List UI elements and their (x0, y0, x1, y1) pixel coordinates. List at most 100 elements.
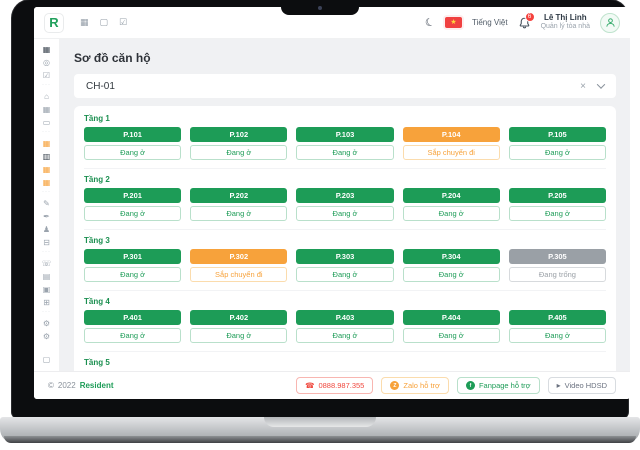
sidebar-edit-icon[interactable]: ✒ (43, 211, 50, 223)
sidebar-phone-icon[interactable]: ☏ (41, 258, 51, 270)
room-card[interactable]: P.204Đang ở (403, 188, 500, 221)
apps-grid-icon[interactable]: ▦ (80, 17, 89, 28)
sidebar-group-divider: ··· (42, 190, 51, 198)
room-status-badge: Đang ở (84, 206, 181, 221)
room-number: P.301 (84, 249, 181, 264)
main-content: Sơ đồ căn hộ CH-01 × Tầng 1P.101Đang ởP.… (60, 39, 630, 371)
sidebar-calendar-icon[interactable]: ⊞ (43, 297, 50, 309)
room-card[interactable]: P.302Sắp chuyển đi (190, 249, 287, 282)
room-card[interactable]: P.105Đang ở (509, 127, 606, 160)
sidebar-home-icon[interactable]: ⌂ (44, 91, 49, 103)
room-card[interactable]: P.203Đang ở (296, 188, 393, 221)
fanpage-support-button[interactable]: fFanpage hỗ trợ (457, 377, 540, 394)
sidebar-briefcase-icon[interactable]: ▣ (43, 284, 51, 296)
room-number: P.204 (403, 188, 500, 203)
brand-name[interactable]: Resident (80, 381, 114, 390)
room-number: P.203 (296, 188, 393, 203)
room-status-badge: Đang ở (84, 267, 181, 282)
room-card[interactable]: P.403Đang ở (296, 310, 393, 343)
app-footer: © 2022 Resident ☎0888.987.355ZZalo hỗ tr… (34, 371, 630, 399)
sidebar-monitor-icon[interactable]: ▢ (43, 355, 51, 364)
room-number: P.202 (190, 188, 287, 203)
clear-selection-icon[interactable]: × (580, 81, 586, 92)
webcam-dot (318, 6, 322, 10)
sidebar-checkbox-icon[interactable]: ☑ (43, 70, 50, 82)
floor-label: Tầng 3 (84, 236, 606, 245)
video-guide-button[interactable]: ▸ Video HDSD (548, 377, 616, 394)
check-square-icon[interactable]: ☑ (119, 17, 127, 28)
apartment-map-card: Tầng 1P.101Đang ởP.102Đang ởP.103Đang ởP… (74, 106, 616, 399)
window-icon[interactable]: ▢ (100, 17, 109, 28)
navbar-right-group: ☾ ★ Tiếng Việt 6 Lê Thị Linh Qu (425, 13, 620, 33)
page-title: Sơ đồ căn hộ (74, 51, 616, 65)
sidebar-people-icon[interactable]: ♟ (43, 224, 50, 236)
room-card[interactable]: P.104Sắp chuyển đi (403, 127, 500, 160)
room-card[interactable]: P.205Đang ở (509, 188, 606, 221)
building-select[interactable]: CH-01 × (74, 74, 616, 98)
user-avatar[interactable] (600, 13, 620, 33)
floor-list: Tầng 1P.101Đang ởP.102Đang ởP.103Đang ởP… (84, 108, 606, 399)
app-logo[interactable]: R (44, 13, 64, 33)
sidebar-group-divider: ··· (42, 250, 51, 258)
floor-section: Tầng 2P.201Đang ởP.202Đang ởP.203Đang ởP… (84, 169, 606, 230)
room-status-badge: Đang ở (509, 328, 606, 343)
sidebar-bar-chart-icon[interactable]: ▥ (43, 151, 51, 163)
room-card[interactable]: P.201 Đang ở (84, 188, 181, 221)
room-status-badge: Đang ở (509, 206, 606, 221)
room-card[interactable]: P.401 Đang ở (84, 310, 181, 343)
room-status-badge: Đang ở (190, 145, 287, 160)
room-card[interactable]: P.303Đang ở (296, 249, 393, 282)
dark-mode-moon-icon[interactable]: ☾ (423, 15, 436, 30)
room-status-badge: Đang trống (509, 267, 606, 282)
sidebar-rooms-grid-icon[interactable]: ▦ (43, 138, 51, 150)
room-number: P.404 (403, 310, 500, 325)
rooms-row: P.401Đang ởP.402Đang ởP.403Đang ởP.404Đa… (84, 310, 606, 343)
sidebar-assets-grid-icon[interactable]: ▦ (43, 164, 51, 176)
chevron-down-icon[interactable] (597, 80, 605, 88)
vietnam-flag-icon[interactable]: ★ (445, 17, 462, 28)
app-screen: R ▦ ▢ ☑ ☾ ★ Tiếng Việt 6 (34, 7, 630, 399)
logo-letter: R (49, 15, 58, 30)
language-label[interactable]: Tiếng Việt (472, 18, 508, 27)
room-card[interactable]: P.202Đang ở (190, 188, 287, 221)
sidebar-grid-icon[interactable]: ▦ (43, 104, 51, 116)
room-number: P.304 (403, 249, 500, 264)
notification-bell[interactable]: 6 (518, 16, 531, 30)
room-card[interactable]: P.404Đang ở (403, 310, 500, 343)
zalo-support-button[interactable]: ZZalo hỗ trợ (381, 377, 449, 394)
hotline-button[interactable]: ☎0888.987.355 (296, 377, 373, 394)
left-sidebar: ▦◎☑···⌂▦▭···▦▥▦▦···✎✒♟⊟···☏▤▣⊞···⚙⚙ ▢ (34, 39, 60, 371)
video-play-icon: ▸ (557, 382, 561, 390)
sidebar-card-icon[interactable]: ▭ (43, 117, 51, 129)
sidebar-settings-icon[interactable]: ⚙ (43, 331, 50, 343)
room-card[interactable]: P.305Đang trống (509, 249, 606, 282)
room-status-badge: Đang ở (84, 328, 181, 343)
sidebar-services-grid-icon[interactable]: ▦ (43, 177, 51, 189)
camera-notch (281, 0, 359, 15)
sidebar-file-icon[interactable]: ▤ (43, 271, 51, 283)
user-info[interactable]: Lê Thị Linh Quản lý tòa nhà (541, 13, 590, 32)
room-number: P.405 (509, 310, 606, 325)
sidebar-bell-icon[interactable]: ◎ (43, 57, 50, 69)
sidebar-dashboard-icon[interactable]: ▦ (43, 44, 51, 56)
room-number: P.201 (84, 188, 181, 203)
room-number: P.401 (84, 310, 181, 325)
room-number: P.105 (509, 127, 606, 142)
sidebar-group-divider: ··· (42, 130, 51, 138)
notification-badge: 6 (525, 12, 535, 22)
footer-button-group: ☎0888.987.355 ZZalo hỗ trợ fFanpage hỗ trợ… (296, 377, 616, 394)
footer-button-label: Video HDSD (565, 381, 607, 390)
room-card[interactable]: P.103Đang ở (296, 127, 393, 160)
room-card[interactable]: P.304Đang ở (403, 249, 500, 282)
sidebar-car-icon[interactable]: ⊟ (43, 237, 50, 249)
room-card[interactable]: P.102Đang ở (190, 127, 287, 160)
room-card[interactable]: P.402Đang ở (190, 310, 287, 343)
room-card[interactable]: P.405 Đang ở (509, 310, 606, 343)
fanpage-icon: f (466, 381, 475, 390)
room-card[interactable]: P.101Đang ở (84, 127, 181, 160)
room-number: P.104 (403, 127, 500, 142)
laptop-bezel: R ▦ ▢ ☑ ☾ ★ Tiếng Việt 6 (12, 0, 628, 418)
sidebar-gear-icon[interactable]: ⚙ (43, 318, 50, 330)
room-card[interactable]: P.301 Đang ở (84, 249, 181, 282)
sidebar-pen-icon[interactable]: ✎ (43, 198, 50, 210)
